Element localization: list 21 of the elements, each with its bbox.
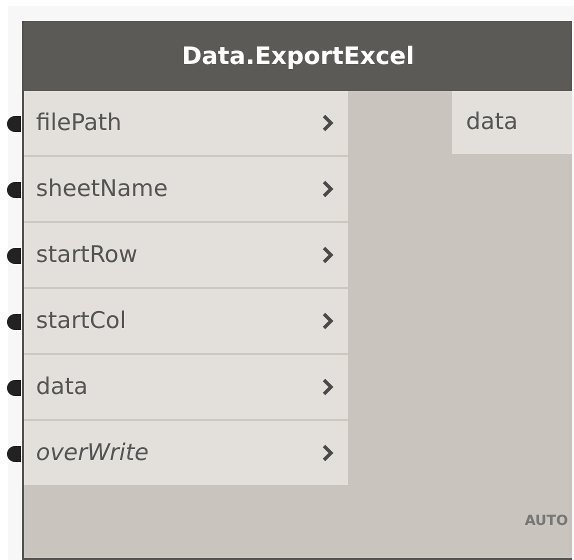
chevron-icon <box>322 114 334 132</box>
chevron-icon <box>322 180 334 198</box>
lacing-label: AUTO <box>524 512 568 531</box>
input-label: data <box>36 372 88 402</box>
output-label: data <box>452 91 572 154</box>
input-port-icon[interactable] <box>7 182 21 198</box>
node-title: Data.ExportExcel <box>182 41 414 72</box>
input-label: overWrite <box>36 438 149 468</box>
input-port-icon[interactable] <box>7 314 21 330</box>
input-port-icon[interactable] <box>7 248 21 264</box>
chevron-icon <box>322 246 334 264</box>
chevron-icon <box>322 378 334 396</box>
input-label: startCol <box>36 306 126 336</box>
chevron-icon <box>322 312 334 330</box>
input-label: startRow <box>36 240 138 270</box>
chevron-icon <box>322 444 334 462</box>
input-port-icon[interactable] <box>7 446 21 462</box>
input-port-icon[interactable] <box>7 380 21 396</box>
input-port-icon[interactable] <box>7 116 21 132</box>
input-label: filePath <box>36 108 122 138</box>
input-label: sheetName <box>36 174 168 204</box>
